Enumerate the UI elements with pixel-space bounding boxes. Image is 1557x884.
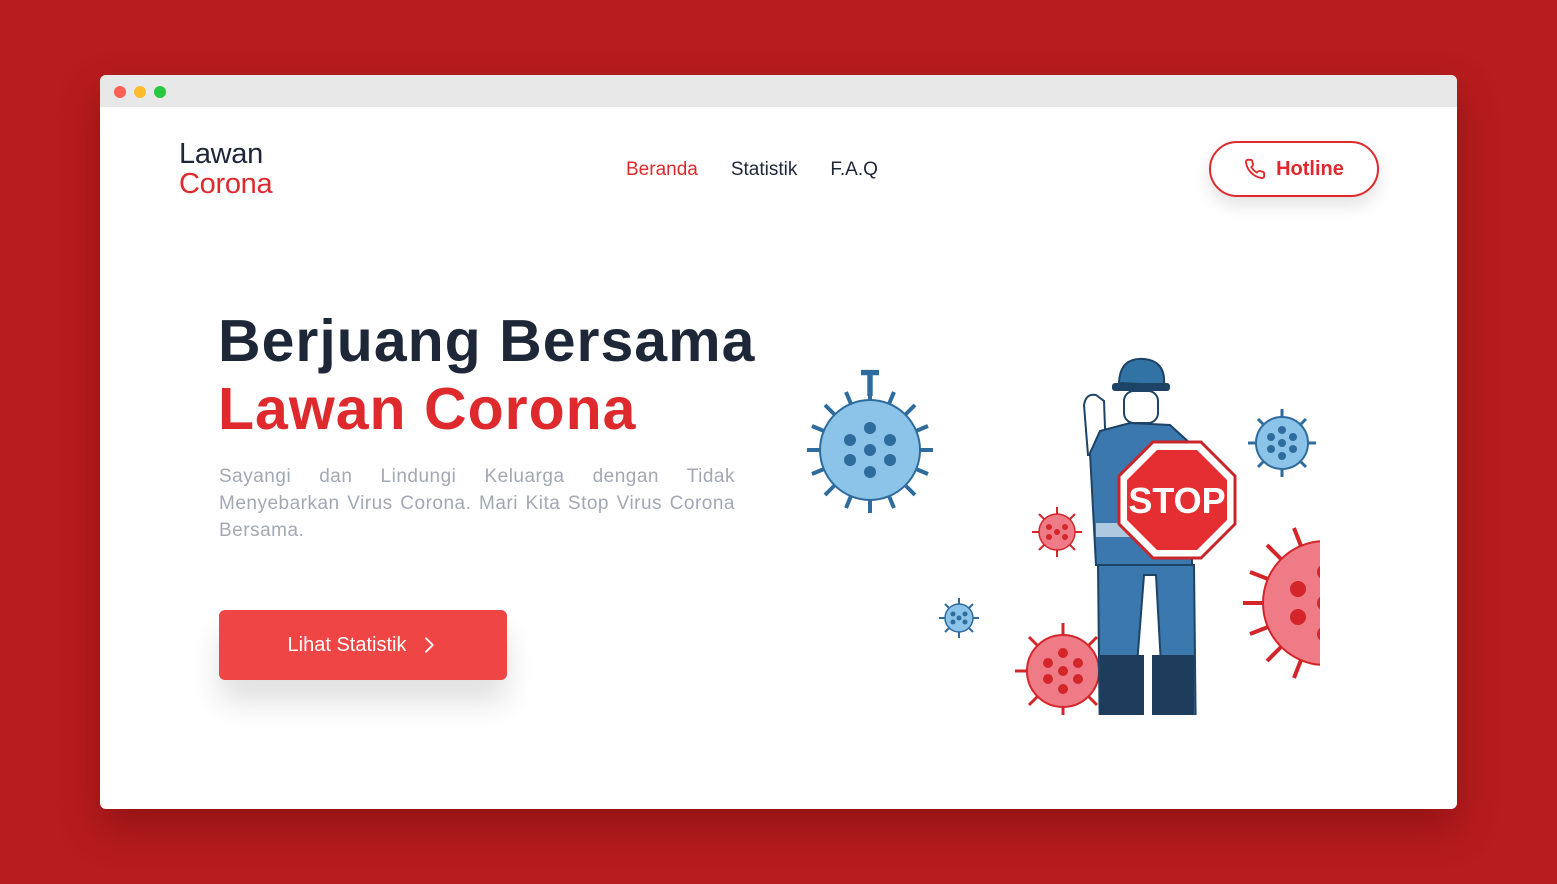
window-maximize-button[interactable] [154, 86, 166, 98]
hero-description: Sayangi dan Lindungi Keluarga dengan Tid… [219, 466, 735, 541]
hotline-label: Hotline [1276, 157, 1344, 180]
hero-title-line2: Lawan Corona [218, 376, 637, 442]
virus-red-medium-icon [1015, 623, 1111, 715]
virus-blue-tiny-icon [939, 598, 979, 638]
hero-title-line1: Berjuang Bersama [218, 308, 756, 374]
nav-item-faq[interactable]: F.A.Q [830, 159, 878, 181]
lihat-statistik-button[interactable]: Lihat Statistik [219, 610, 507, 680]
virus-red-large-icon [1243, 527, 1320, 679]
virus-blue-large-icon [807, 373, 933, 513]
virus-red-small-icon [1032, 507, 1082, 557]
brand-line2: Corona [179, 168, 273, 200]
hotline-button[interactable]: Hotline [1209, 141, 1379, 197]
hero-illustration: STOP [807, 357, 1320, 715]
phone-icon [1245, 158, 1266, 179]
stop-sign-text: STOP [1128, 480, 1225, 521]
nav-item-beranda[interactable]: Beranda [626, 159, 698, 181]
brand-line1: Lawan [179, 138, 263, 170]
chevron-right-icon [425, 637, 435, 653]
hero-title: Berjuang Bersama Lawan Corona [218, 307, 755, 443]
cta-label: Lihat Statistik [287, 633, 407, 656]
nav-item-statistik[interactable]: Statistik [731, 159, 798, 181]
window-minimize-button[interactable] [134, 86, 146, 98]
browser-titlebar [100, 75, 1457, 107]
browser-window: Lawan Corona Beranda Statistik F.A.Q Hot… [100, 75, 1457, 809]
main-nav: Beranda Statistik F.A.Q [626, 159, 878, 181]
virus-blue-small-icon [1248, 409, 1316, 477]
window-close-button[interactable] [114, 86, 126, 98]
stop-sign-icon: STOP [1117, 440, 1237, 560]
brand-logo[interactable]: Lawan Corona [179, 138, 273, 200]
